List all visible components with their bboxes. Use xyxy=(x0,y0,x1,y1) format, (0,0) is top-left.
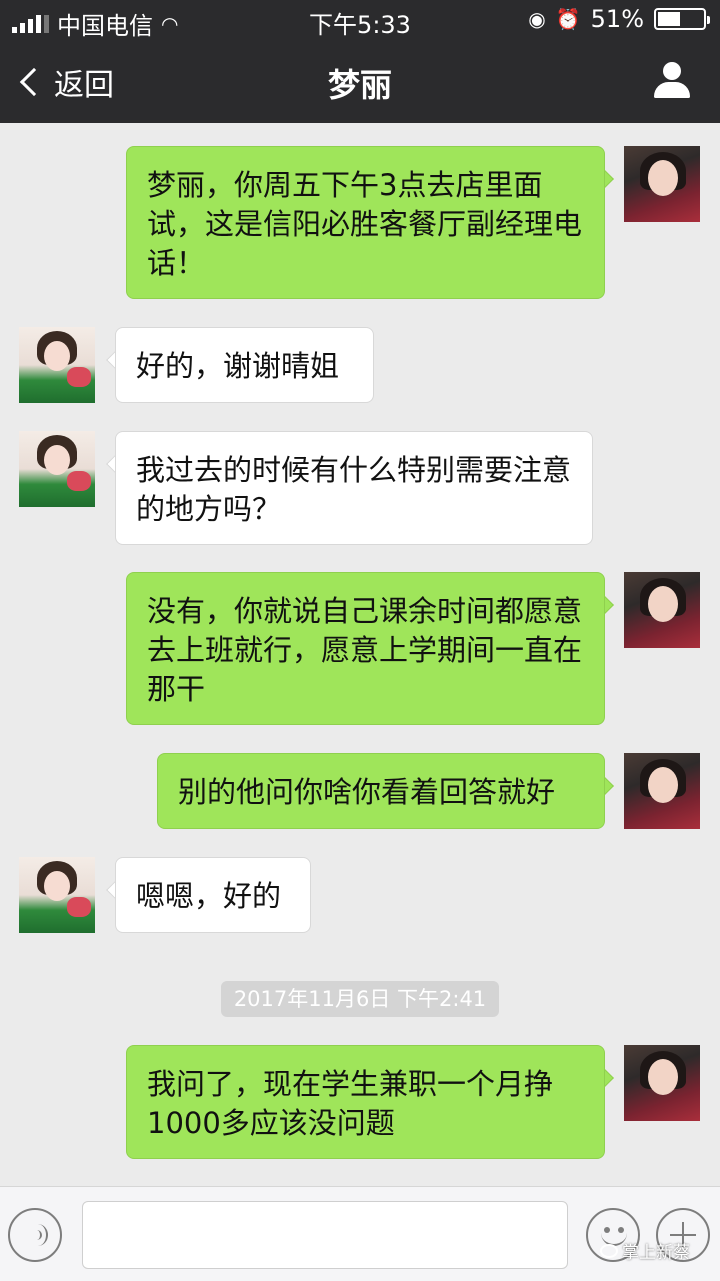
battery-fill xyxy=(658,12,681,26)
wechat-icon xyxy=(600,1243,618,1258)
alarm-icon: ⏰ xyxy=(555,7,581,31)
message-bubble[interactable]: 我过去的时候有什么特别需要注意的地方吗？ xyxy=(115,431,593,545)
chat-timestamp: 2017年11月6日 下午2:41 xyxy=(221,981,499,1017)
message-bubble[interactable]: 嗯嗯，好的 xyxy=(115,857,311,933)
battery-icon xyxy=(654,8,710,30)
watermark: 掌上新蔡 xyxy=(600,1238,690,1263)
battery-percent: 51% xyxy=(590,5,644,33)
watermark-label: 掌上新蔡 xyxy=(622,1243,690,1263)
status-right: ◉ ⏰ 51% xyxy=(528,5,710,33)
avatar[interactable] xyxy=(624,753,700,829)
message-bubble[interactable]: 梦丽，你周五下午3点去店里面试，这是信阳必胜客餐厅副经理电话！ xyxy=(126,146,605,299)
voice-button[interactable] xyxy=(8,1208,62,1262)
message-bubble[interactable]: 好的，谢谢晴姐 xyxy=(115,327,374,403)
chat-title: 梦丽 xyxy=(327,66,392,104)
status-bar: 中国电信 ◠ 下午5:33 ◉ ⏰ 51% xyxy=(0,0,720,40)
avatar[interactable] xyxy=(19,327,95,403)
avatar[interactable] xyxy=(624,146,700,222)
profile-icon[interactable] xyxy=(652,62,692,100)
avatar[interactable] xyxy=(19,857,95,933)
avatar[interactable] xyxy=(19,431,95,507)
avatar[interactable] xyxy=(624,1045,700,1121)
message-bubble[interactable]: 我问了，现在学生兼职一个月挣1000多应该没问题 xyxy=(126,1045,605,1159)
avatar[interactable] xyxy=(624,572,700,648)
nav-bar: 返回 梦丽 xyxy=(0,40,720,123)
rotation-lock-icon: ◉ xyxy=(528,7,546,31)
message-bubble[interactable]: 没有，你就说自己课余时间都愿意去上班就行，愿意上学期间一直在那干 xyxy=(126,572,605,725)
input-bar xyxy=(0,1186,720,1281)
message-bubble[interactable]: 别的他问你啥你看着回答就好 xyxy=(157,753,605,829)
message-input[interactable] xyxy=(82,1201,568,1269)
